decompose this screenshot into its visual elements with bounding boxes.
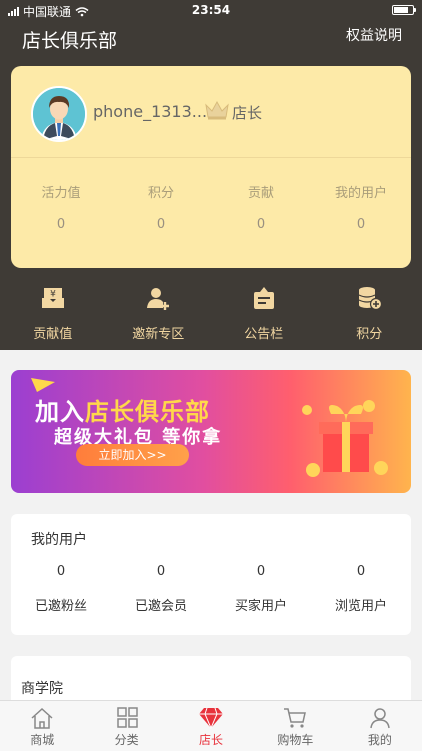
user-stat-buyers[interactable]: 0 买家用户 (211, 564, 311, 614)
menu-item-notice[interactable]: 公告栏 (211, 285, 317, 342)
user-stat-value: 0 (11, 564, 111, 579)
menu-item-label: 积分 (317, 323, 422, 342)
gift-box-icon (301, 400, 391, 480)
my-users-card: 我的用户 0 已邀粉丝 0 已邀会员 0 买家用户 0 浏览用户 (11, 514, 411, 635)
battery-icon (392, 5, 414, 15)
tab-label: 购物车 (277, 733, 313, 747)
banner-headline: 加入店长俱乐部 (35, 392, 210, 427)
status-bar: 中国联通 23:54 (0, 0, 422, 20)
club-banner[interactable]: 加入店长俱乐部 超级大礼包 等你拿 立即加入>> (11, 370, 411, 493)
stat-value: 0 (111, 217, 211, 232)
card-divider (11, 157, 411, 158)
user-stat-label: 浏览用户 (311, 595, 411, 614)
tab-cart[interactable]: 购物车 (253, 701, 337, 751)
tab-category[interactable]: 分类 (84, 701, 168, 751)
stat-value: 0 (311, 217, 411, 232)
grid-icon (115, 707, 139, 729)
tab-label: 我的 (368, 733, 392, 747)
user-stat-label: 已邀会员 (111, 595, 211, 614)
stats-row: 活力值 0 积分 0 贡献 0 我的用户 0 (11, 182, 411, 232)
user-stat-value: 0 (111, 564, 211, 579)
username: phone_1313... (93, 102, 207, 121)
diamond-icon (198, 707, 224, 729)
tab-store-manager[interactable]: 店长 (169, 701, 253, 751)
tab-bar: 商城 分类 店长 购物车 我的 (0, 700, 422, 751)
page-title: 店长俱乐部 (22, 26, 117, 53)
tab-label: 店长 (199, 733, 223, 747)
my-users-row: 0 已邀粉丝 0 已邀会员 0 买家用户 0 浏览用户 (11, 564, 411, 614)
user-stat-value: 0 (211, 564, 311, 579)
profile-card: phone_1313... 店长 活力值 0 积分 0 贡献 0 我的用户 0 (11, 66, 411, 268)
stat-vitality: 活力值 0 (11, 182, 111, 232)
banner-arrow-icon (31, 378, 55, 392)
benefits-link[interactable]: 权益说明 (346, 25, 402, 45)
coins-icon (356, 285, 382, 311)
menu-item-contribution[interactable]: ¥ 贡献值 (0, 285, 106, 342)
svg-text:¥: ¥ (50, 290, 56, 300)
notice-board-icon (251, 285, 277, 311)
menu-item-label: 公告栏 (211, 323, 317, 342)
stat-contribution: 贡献 0 (211, 182, 311, 232)
user-icon (368, 707, 392, 729)
user-stat-browsers[interactable]: 0 浏览用户 (311, 564, 411, 614)
menu-item-points[interactable]: 积分 (317, 285, 422, 342)
home-icon (30, 707, 54, 729)
academy-title: 商学院 (21, 678, 63, 698)
invite-user-icon (145, 285, 171, 311)
cart-icon (283, 707, 307, 729)
stat-value: 0 (211, 217, 311, 232)
user-stat-members[interactable]: 0 已邀会员 (111, 564, 211, 614)
stat-label: 积分 (111, 182, 211, 201)
menu-item-label: 邀新专区 (106, 323, 212, 342)
stat-label: 我的用户 (311, 182, 411, 201)
crown-icon (204, 99, 230, 121)
status-right (392, 5, 414, 15)
tab-label: 商城 (30, 733, 54, 747)
my-users-title: 我的用户 (31, 529, 87, 549)
user-stat-value: 0 (311, 564, 411, 579)
stat-label: 贡献 (211, 182, 311, 201)
stat-my-users: 我的用户 0 (311, 182, 411, 232)
user-stat-label: 买家用户 (211, 595, 311, 614)
status-time: 23:54 (0, 3, 422, 17)
menu-item-invite[interactable]: 邀新专区 (106, 285, 212, 342)
stat-points: 积分 0 (111, 182, 211, 232)
join-now-button[interactable]: 立即加入>> (76, 444, 189, 466)
banner-headline-part2: 店长俱乐部 (85, 398, 210, 426)
member-role: 店长 (232, 102, 262, 123)
stat-label: 活力值 (11, 182, 111, 201)
avatar[interactable] (31, 86, 87, 142)
money-bag-icon: ¥ (40, 285, 66, 311)
stat-value: 0 (11, 217, 111, 232)
user-stat-label: 已邀粉丝 (11, 595, 111, 614)
tab-mine[interactable]: 我的 (338, 701, 422, 751)
avatar-illustration-icon (33, 88, 85, 140)
tab-mall[interactable]: 商城 (0, 701, 84, 751)
banner-headline-part1: 加入 (35, 398, 85, 426)
quick-menu: ¥ 贡献值 邀新专区 公告栏 积分 (0, 285, 422, 342)
tab-label: 分类 (115, 733, 139, 747)
user-stat-fans[interactable]: 0 已邀粉丝 (11, 564, 111, 614)
menu-item-label: 贡献值 (0, 323, 106, 342)
